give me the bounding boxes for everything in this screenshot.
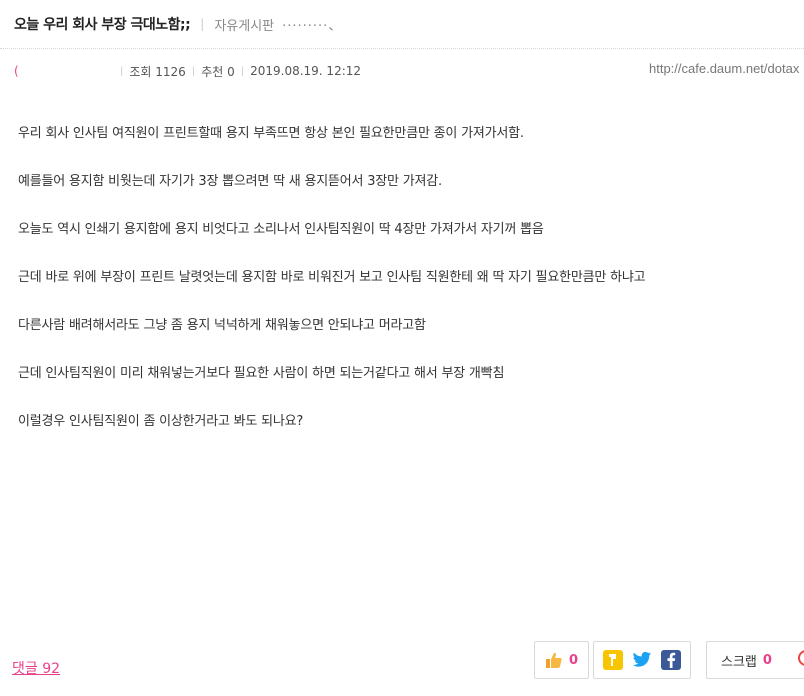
share-buttons — [593, 641, 691, 679]
scrap-button[interactable]: 스크랩 0 — [706, 641, 804, 679]
twitter-icon[interactable] — [632, 650, 652, 670]
comments-link[interactable]: 댓글 92 — [12, 658, 60, 678]
view-count: 조회 1126 — [129, 64, 186, 79]
like-count: 0 — [568, 652, 579, 668]
scrap-label: 스크랩 — [721, 654, 757, 670]
post-date: 2019.08.19. 12:12 — [250, 64, 362, 78]
scrap-count: 0 — [762, 652, 772, 668]
post-content: 우리 회사 인사팀 여직원이 프린트할때 용지 부족뜨면 항상 본인 필요한만큼… — [18, 122, 804, 458]
content-paragraph: 근데 인사팀직원이 미리 채워넣는거보다 필요한 사람이 하면 되는거같다고 해… — [18, 366, 505, 381]
board-name-link[interactable]: 자유게시판 — [214, 15, 274, 34]
thumbs-up-icon — [545, 652, 562, 668]
content-paragraph: 다른사람 배려해서라도 그냥 좀 용지 넉넉하게 채워놓으면 안되냐고 머라고함 — [18, 318, 426, 333]
author-nickname[interactable]: ( — [14, 64, 114, 78]
meta-separator: | — [240, 65, 245, 77]
content-paragraph: 오늘도 역시 인쇄기 용지함에 용지 비엇다고 소리나서 인사팀직원이 딱 4장… — [18, 222, 544, 237]
post-meta: ( | 조회 1126 | 추천 0 | 2019.08.19. 12:12 h… — [14, 60, 804, 82]
board-extra-text: ·········、 — [282, 18, 343, 34]
post-header: 오늘 우리 회사 부장 극대노함;; | 자유게시판 ·········、 — [0, 0, 804, 48]
content-paragraph: 예를들어 용지함 비웟는데 자기가 3장 뽑으려면 딱 새 용지뜯어서 3장만 … — [18, 174, 442, 189]
kakao-story-icon[interactable] — [602, 650, 623, 670]
content-paragraph: 이럴경우 인사팀직원이 좀 이상한거라고 봐도 되나요? — [18, 414, 304, 429]
meta-separator: | — [191, 65, 196, 77]
meta-separator: | — [120, 65, 124, 77]
facebook-icon[interactable] — [661, 650, 682, 670]
recommend-count: 추천 0 — [201, 64, 235, 79]
content-paragraph: 우리 회사 인사팀 여직원이 프린트할때 용지 부족뜨면 항상 본인 필요한만큼… — [18, 126, 524, 141]
header-divider — [0, 48, 804, 49]
like-button[interactable]: 0 — [534, 641, 589, 679]
content-paragraph: 근데 바로 위에 부장이 프린트 날렷엇는데 용지함 바로 비워진거 보고 인사… — [18, 270, 646, 285]
title-separator: | — [200, 17, 205, 31]
post-title: 오늘 우리 회사 부장 극대노함;; — [14, 17, 191, 33]
post-url[interactable]: http://cafe.daum.net/dotax — [649, 61, 799, 76]
